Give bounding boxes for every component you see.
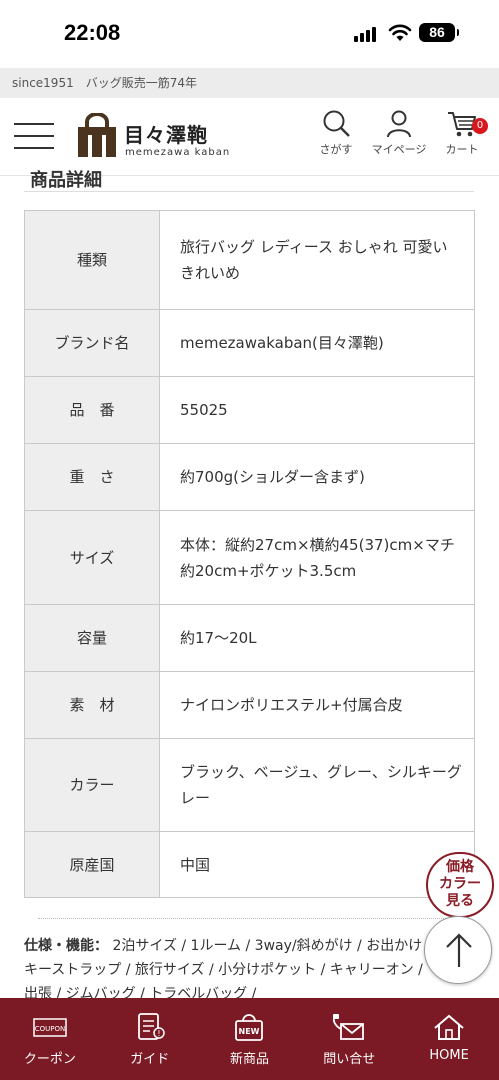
table-row: 品 番 55025 <box>24 376 475 444</box>
section-title: 商品詳細 <box>24 162 474 192</box>
spec-label: 容量 <box>24 604 160 672</box>
spec-label: 種類 <box>24 210 160 310</box>
cart-count-badge: 0 <box>472 118 488 134</box>
new-icon: NEW <box>235 1014 264 1041</box>
mypage-button[interactable]: マイページ <box>366 108 432 157</box>
nav-home[interactable]: HOME <box>399 998 499 1080</box>
coupon-icon: COUPON <box>33 1018 67 1037</box>
spec-value: ブラック、ベージュ、グレー、シルキーグレー <box>159 738 475 832</box>
status-bar: 22:08 86 <box>0 0 499 68</box>
contact-icon <box>333 1014 365 1040</box>
spec-value: 旅行バッグ レディース おしゃれ 可愛い きれいめ <box>159 210 475 310</box>
nav-label: クーポン <box>23 1052 76 1067</box>
spec-label: サイズ <box>24 510 160 605</box>
price-color-button[interactable]: 価格 カラー 見る <box>426 852 494 918</box>
features-heading: 仕様・機能： <box>24 938 108 954</box>
search-icon <box>323 110 350 137</box>
spec-label: 素 材 <box>24 671 160 739</box>
tagline-since: since1951 <box>12 76 74 90</box>
spec-label: 重 さ <box>24 443 160 511</box>
section-title-text: 商品詳細 <box>30 170 102 191</box>
cart-button[interactable]: カート 0 <box>438 108 488 157</box>
nav-coupon[interactable]: COUPON クーポン <box>0 998 100 1080</box>
mypage-label: マイページ <box>371 143 427 156</box>
nav-label: 問い合せ <box>323 1052 376 1067</box>
divider <box>38 918 460 919</box>
logo-bag-icon <box>78 113 116 157</box>
spec-label: 原産国 <box>24 831 160 898</box>
user-icon <box>387 110 411 138</box>
bottom-nav: COUPON クーポン ! ガイド NEW 新商品 問い合せ HOME <box>0 998 499 1080</box>
menu-button[interactable] <box>14 122 54 150</box>
spec-value: ナイロンポリエステル+付属合皮 <box>159 671 475 739</box>
table-row: サイズ 本体：縦約27cm×横約45(37)cm×マチ約20cm+ポケット3.5… <box>24 510 475 605</box>
guide-icon: ! <box>137 1013 165 1040</box>
price-color-line3: 見る <box>446 893 474 909</box>
spec-label: カラー <box>24 738 160 832</box>
spec-value: 約17〜20L <box>159 604 475 672</box>
status-time: 22:08 <box>64 20 121 45</box>
spec-label: 品 番 <box>24 376 160 444</box>
table-row: 種類 旅行バッグ レディース おしゃれ 可愛い きれいめ <box>24 210 475 310</box>
nav-label: 新商品 <box>229 1052 269 1067</box>
table-row: 原産国 中国 <box>24 831 475 898</box>
signal-icon <box>354 26 380 42</box>
coupon-icon-text: COUPON <box>35 1025 66 1033</box>
svg-text:!: ! <box>157 1029 160 1038</box>
tagline-desc: バッグ販売一筋74年 <box>85 76 197 90</box>
features-text: 仕様・機能： 2泊サイズ / 1ルーム / 3way/斜めがけ / お出かけ /… <box>24 934 434 1000</box>
nav-contact[interactable]: 問い合せ <box>299 998 399 1080</box>
battery-icon: 86 <box>419 23 459 42</box>
table-row: 素 材 ナイロンポリエステル+付属合皮 <box>24 671 475 739</box>
spec-value: 55025 <box>159 376 475 444</box>
wifi-icon <box>388 24 412 41</box>
logo-name: 目々澤鞄 <box>124 123 208 147</box>
spec-label: ブランド名 <box>24 309 160 377</box>
table-row: 容量 約17〜20L <box>24 604 475 672</box>
table-row: ブランド名 memezawakaban(目々澤鞄) <box>24 309 475 377</box>
new-icon-text: NEW <box>239 1027 260 1036</box>
nav-new-items[interactable]: NEW 新商品 <box>200 998 300 1080</box>
price-color-line1: 価格 <box>446 859 474 875</box>
spec-value: memezawakaban(目々澤鞄) <box>159 309 475 377</box>
tagline-bar: since1951 バッグ販売一筋74年 <box>0 68 499 98</box>
nav-label: HOME <box>429 1048 469 1063</box>
cart-label: カート <box>445 143 479 156</box>
logo-subtitle: memezawa kaban <box>125 147 231 158</box>
price-color-line2: カラー <box>439 876 481 892</box>
spec-value: 本体：縦約27cm×横約45(37)cm×マチ約20cm+ポケット3.5cm <box>159 510 475 605</box>
nav-label: ガイド <box>130 1052 170 1067</box>
search-label: さがす <box>319 143 353 156</box>
table-row: カラー ブラック、ベージュ、グレー、シルキーグレー <box>24 738 475 832</box>
arrow-up-icon <box>446 933 472 967</box>
home-icon <box>434 1014 464 1040</box>
nav-guide[interactable]: ! ガイド <box>100 998 200 1080</box>
scroll-top-button[interactable] <box>424 916 492 984</box>
table-row: 重 さ 約700g(ショルダー含まず) <box>24 443 475 511</box>
search-button[interactable]: さがす <box>312 108 360 157</box>
spec-table: 種類 旅行バッグ レディース おしゃれ 可愛い きれいめ ブランド名 memez… <box>24 210 475 898</box>
spec-value: 約700g(ショルダー含まず) <box>159 443 475 511</box>
